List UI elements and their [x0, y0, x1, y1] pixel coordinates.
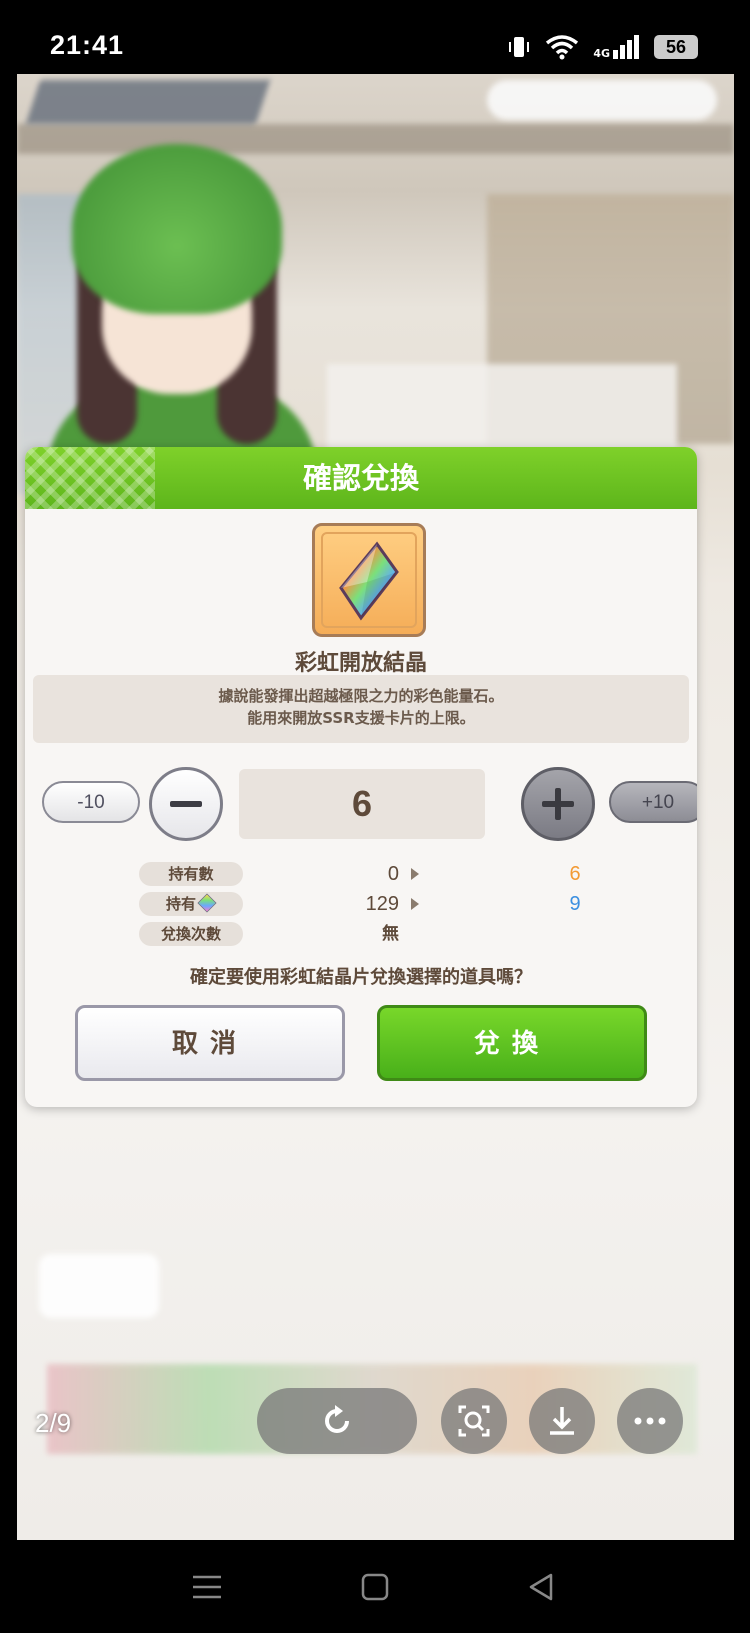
viewer-toolbar: 2/9: [17, 1388, 734, 1478]
exchange-button[interactable]: 兌換: [377, 1005, 647, 1081]
vibrate-icon: [509, 37, 530, 57]
lens-search-icon: [458, 1405, 490, 1437]
minus-icon: [170, 801, 202, 807]
background-top-bar: [487, 80, 717, 120]
background-header-tab: [25, 80, 271, 124]
description-line-2: 能用來開放SSR支援卡片的上限。: [247, 709, 475, 727]
owned-count-row: 持有數 0 6: [25, 859, 697, 889]
minus-10-button[interactable]: -10: [42, 781, 140, 823]
crystal-shard-row: 持有 129 9: [25, 889, 697, 919]
arrow-right-icon: [411, 898, 419, 910]
exchange-confirm-dialog: 確認兌換 彩虹開放結晶 據說能發揮出超越極限之力的彩色能量石。 能用來開放SSR…: [25, 447, 697, 1107]
rainbow-crystal-icon: [339, 541, 399, 621]
crystal-shard-after: 9: [569, 893, 581, 915]
refresh-button[interactable]: [257, 1388, 417, 1454]
download-icon: [550, 1407, 574, 1435]
refresh-icon: [325, 1405, 349, 1433]
status-icons: 4G 56: [507, 30, 698, 64]
home-nav-icon[interactable]: [358, 1570, 392, 1604]
plus-button[interactable]: [521, 767, 595, 841]
background-back-button: [39, 1254, 159, 1318]
quantity-value: 6: [239, 769, 485, 839]
more-options-button[interactable]: [617, 1388, 683, 1454]
plus-icon: [542, 788, 574, 820]
crystal-shard-label: 持有: [139, 892, 243, 916]
character-hat: [72, 144, 282, 314]
exchange-count-label: 兌換次數: [139, 922, 243, 946]
lens-search-button[interactable]: [441, 1388, 507, 1454]
network-type: 4G: [593, 47, 610, 60]
exchange-count-current: 無: [382, 924, 399, 943]
status-bar: 21:41 4G 56: [0, 0, 750, 72]
background-beam: [17, 124, 734, 154]
dialog-title: 確認兌換: [25, 447, 697, 509]
status-time: 21:41: [50, 30, 125, 60]
signal-icon: 4G: [593, 34, 640, 60]
wifi-icon: [546, 35, 579, 60]
back-nav-icon[interactable]: [524, 1570, 558, 1604]
arrow-right-icon: [411, 868, 419, 880]
plus-10-button[interactable]: +10: [609, 781, 697, 823]
description-line-1: 據說能發揮出超越極限之力的彩色能量石。: [218, 687, 504, 705]
minus-button[interactable]: [149, 767, 223, 841]
crystal-shard-icon: [197, 893, 217, 913]
item-description: 據說能發揮出超越極限之力的彩色能量石。 能用來開放SSR支援卡片的上限。: [33, 675, 689, 743]
crystal-shard-current: 129: [365, 893, 399, 915]
system-nav-bar: [0, 1540, 750, 1633]
owned-count-after: 6: [569, 863, 581, 885]
image-viewer: 確認兌換 彩虹開放結晶 據說能發揮出超越極限之力的彩色能量石。 能用來開放SSR…: [17, 74, 734, 1540]
menu-nav-icon[interactable]: [190, 1570, 224, 1604]
download-button[interactable]: [529, 1388, 595, 1454]
owned-count-current: 0: [387, 863, 399, 885]
owned-count-label: 持有數: [139, 862, 243, 886]
page-counter: 2/9: [35, 1408, 72, 1438]
holdings-table: 持有數 0 6 持有 129 9 兌換次數 無: [25, 859, 697, 949]
cancel-button[interactable]: 取消: [75, 1005, 345, 1081]
exchange-count-row: 兌換次數 無: [25, 919, 697, 949]
item-icon-frame: [312, 523, 426, 637]
confirm-question: 確定要使用彩虹結晶片兌換選擇的道具嗎？: [190, 967, 532, 988]
quantity-stepper: -10 6 +10: [25, 765, 697, 845]
more-icon: [634, 1417, 666, 1425]
battery-indicator: 56: [654, 35, 698, 59]
item-name: 彩虹開放結晶: [294, 651, 427, 676]
